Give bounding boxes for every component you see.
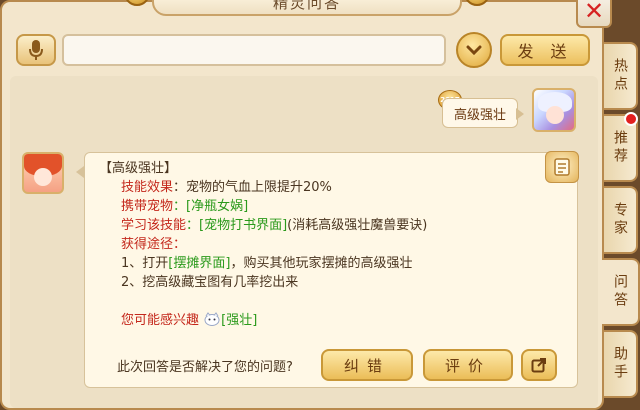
stall-link[interactable]: [摆摊界面] (168, 256, 230, 271)
voice-input-button[interactable] (16, 34, 56, 66)
obtain-label: 获得途径： (121, 237, 187, 252)
input-bar: 发 送 (10, 28, 602, 74)
tab-recommend-label: 推荐 (612, 130, 628, 166)
chevron-down-icon (466, 45, 482, 55)
share-icon (531, 358, 546, 373)
obtain-line-2: 2、挖高级藏宝图有几率挖出来 (121, 275, 299, 290)
share-button[interactable] (521, 349, 557, 381)
learn-note: (消耗高级强壮魔兽要诀) (287, 218, 428, 233)
close-icon: ✕ (583, 0, 605, 25)
feedback-question: 此次回答是否解决了您的问题? (117, 360, 293, 375)
microphone-icon (29, 40, 43, 60)
user-bubble-tail (516, 108, 524, 120)
effect-line: 技能效果：宠物的气血上限提升20% (99, 178, 427, 197)
interest-label: 您可能感兴趣 (121, 313, 200, 328)
tab-hot[interactable]: 热点 (604, 42, 638, 110)
tab-qa[interactable]: 问答 (602, 258, 640, 326)
rate-button[interactable]: 评价 (423, 349, 513, 381)
correct-button[interactable]: 纠错 (321, 349, 413, 381)
send-button[interactable]: 发 送 (500, 34, 590, 66)
document-icon[interactable] (545, 151, 579, 183)
question-input[interactable] (62, 34, 446, 66)
pet-label: 携带宠物 (121, 199, 174, 214)
chat-area[interactable]: 2017 高级强壮 【高级强壮】 技能效果： (10, 76, 598, 408)
dialog-panel: 精灵问答 发 送 2017 高级强壮 (0, 0, 604, 410)
answer-text: 【高级强壮】 技能效果：宠物的气血上限提升20% 携带宠物：[净瓶女娲] 学习该… (99, 159, 427, 330)
obtain-line-1: 1、打开[摆摊界面]，购买其他玩家摆摊的高级强壮 (99, 254, 427, 273)
answer-bubble-tail (76, 166, 84, 178)
pet-skill-book-link[interactable]: ：[宠物打书界面] (186, 218, 287, 233)
assistant-avatar (22, 152, 64, 194)
orb-ornament-right (464, 0, 490, 6)
notification-dot (624, 112, 638, 126)
history-dropdown-button[interactable] (456, 32, 492, 68)
effect-label: 技能效果 (121, 180, 174, 195)
learn-line: 学习该技能：[宠物打书界面](消耗高级强壮魔兽要诀) (99, 216, 427, 235)
pet-icon (203, 312, 221, 326)
feedback-row: 此次回答是否解决了您的问题? 纠错 评价 (99, 349, 573, 383)
related-skill-link[interactable]: [强壮] (221, 313, 257, 328)
answer-card: 【高级强壮】 技能效果：宠物的气血上限提升20% 携带宠物：[净瓶女娲] 学习该… (84, 151, 579, 388)
learn-label: 学习该技能 (121, 218, 187, 233)
user-avatar (532, 88, 576, 132)
tab-assistant-label: 助手 (612, 346, 628, 382)
orb-ornament-left (124, 0, 150, 6)
effect-value: ：宠物的气血上限提升20% (173, 180, 332, 195)
related-line: 您可能感兴趣 [强壮] (99, 311, 427, 330)
page-title: 精灵问答 (272, 0, 341, 12)
user-message-text: 高级强壮 (453, 107, 506, 123)
tab-assistant[interactable]: 助手 (604, 330, 638, 398)
close-button[interactable]: ✕ (576, 0, 612, 28)
side-tab-bar: 热点 推荐 专家 问答 助手 (602, 42, 640, 410)
obtain-1-suffix: ，购买其他玩家摆摊的高级强壮 (230, 256, 413, 271)
tab-qa-label: 问答 (612, 274, 628, 310)
pet-link[interactable]: ：[净瓶女娲] (173, 199, 248, 214)
obtain-1-prefix: 1、打开 (121, 256, 169, 271)
title-banner: 精灵问答 (124, 0, 490, 16)
user-message-bubble: 高级强壮 (442, 98, 518, 128)
answer-heading: 【高级强壮】 (99, 161, 178, 176)
pet-line: 携带宠物：[净瓶女娲] (99, 197, 427, 216)
tab-expert-label: 专家 (612, 202, 628, 238)
tab-hot-label: 热点 (612, 58, 628, 94)
tab-expert[interactable]: 专家 (604, 186, 638, 254)
